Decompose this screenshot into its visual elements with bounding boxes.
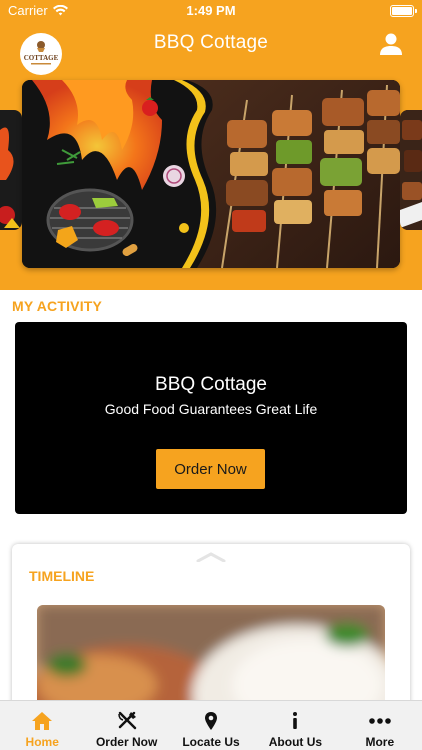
home-icon — [32, 712, 53, 730]
promo-card: BBQ Cottage Good Food Guarantees Great L… — [15, 322, 407, 514]
my-activity-heading: MY ACTIVITY — [12, 298, 103, 314]
tab-more-label: More — [365, 735, 395, 749]
user-profile-icon[interactable] — [378, 31, 404, 57]
chevron-up-icon[interactable] — [196, 552, 226, 562]
promo-subtitle: Good Food Guarantees Great Life — [104, 401, 318, 417]
app-title: BBQ Cottage — [153, 32, 269, 53]
location-pin-icon — [205, 712, 218, 730]
promo-title: BBQ Cottage — [155, 374, 267, 395]
app-header: COTTAGE BBQ Cottage — [0, 22, 422, 290]
more-dots-icon — [369, 718, 391, 724]
battery-icon — [390, 5, 417, 17]
fork-knife-icon — [117, 711, 136, 730]
tab-order-now[interactable]: Order Now — [84, 701, 168, 750]
bottom-tab-bar: Home Order Now Locate Us About Us More — [0, 700, 422, 750]
next-slide[interactable] — [400, 110, 422, 230]
bbq-skewers-image — [22, 80, 400, 268]
previous-slide[interactable] — [0, 110, 22, 230]
tab-about-us[interactable]: About Us — [253, 701, 337, 750]
tab-locate-us-label: Locate Us — [182, 735, 240, 749]
status-bar: Carrier 1:49 PM — [0, 0, 422, 22]
status-time: 1:49 PM — [186, 3, 236, 18]
tab-order-now-label: Order Now — [95, 735, 158, 749]
tab-locate-us[interactable]: Locate Us — [169, 701, 253, 750]
tab-home[interactable]: Home — [0, 701, 84, 750]
tab-about-us-label: About Us — [268, 735, 323, 749]
banner-slide[interactable] — [22, 80, 400, 268]
order-now-button[interactable]: Order Now — [156, 449, 265, 489]
tab-home-label: Home — [25, 735, 59, 749]
logo-text: COTTAGE — [24, 54, 59, 62]
banner-carousel[interactable] — [0, 80, 422, 270]
tab-more[interactable]: More — [338, 701, 422, 750]
info-icon — [293, 712, 298, 729]
timeline-heading: TIMELINE — [29, 568, 95, 584]
